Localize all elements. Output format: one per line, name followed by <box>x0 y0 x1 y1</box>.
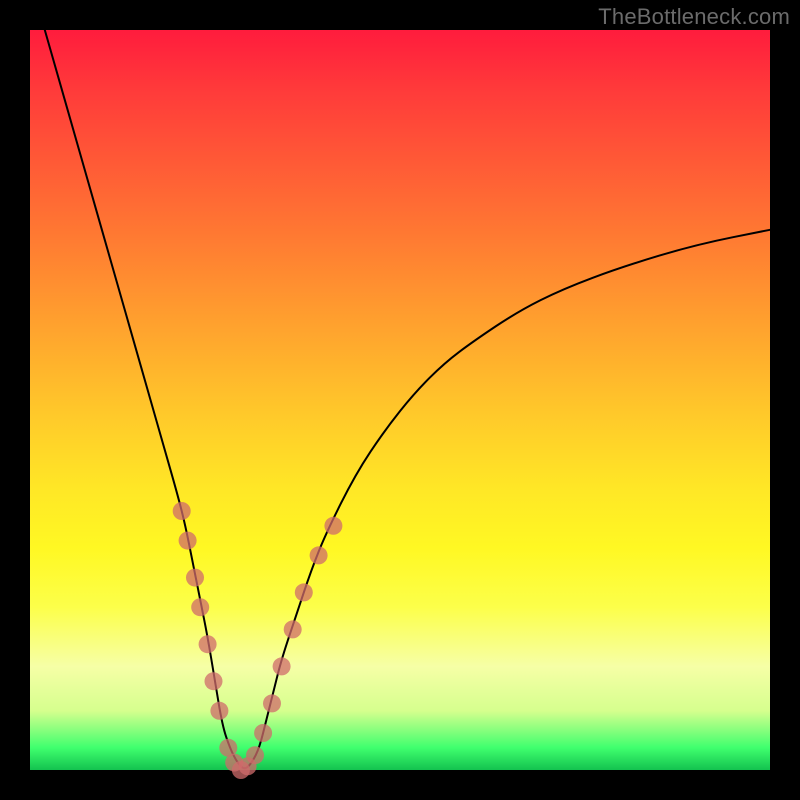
data-marker <box>284 620 302 638</box>
watermark-text: TheBottleneck.com <box>598 4 790 30</box>
chart-frame: TheBottleneck.com <box>0 0 800 800</box>
data-marker <box>295 583 313 601</box>
data-marker <box>310 546 328 564</box>
data-marker <box>205 672 223 690</box>
data-marker <box>254 724 272 742</box>
data-marker <box>210 702 228 720</box>
data-marker <box>324 517 342 535</box>
marker-group <box>173 502 343 779</box>
data-marker <box>186 569 204 587</box>
data-marker <box>179 532 197 550</box>
bottleneck-curve <box>45 30 770 768</box>
data-marker <box>273 657 291 675</box>
data-marker <box>199 635 217 653</box>
plot-area <box>30 30 770 770</box>
data-marker <box>173 502 191 520</box>
data-marker <box>191 598 209 616</box>
data-marker <box>246 746 264 764</box>
data-marker <box>263 694 281 712</box>
chart-svg <box>30 30 770 770</box>
